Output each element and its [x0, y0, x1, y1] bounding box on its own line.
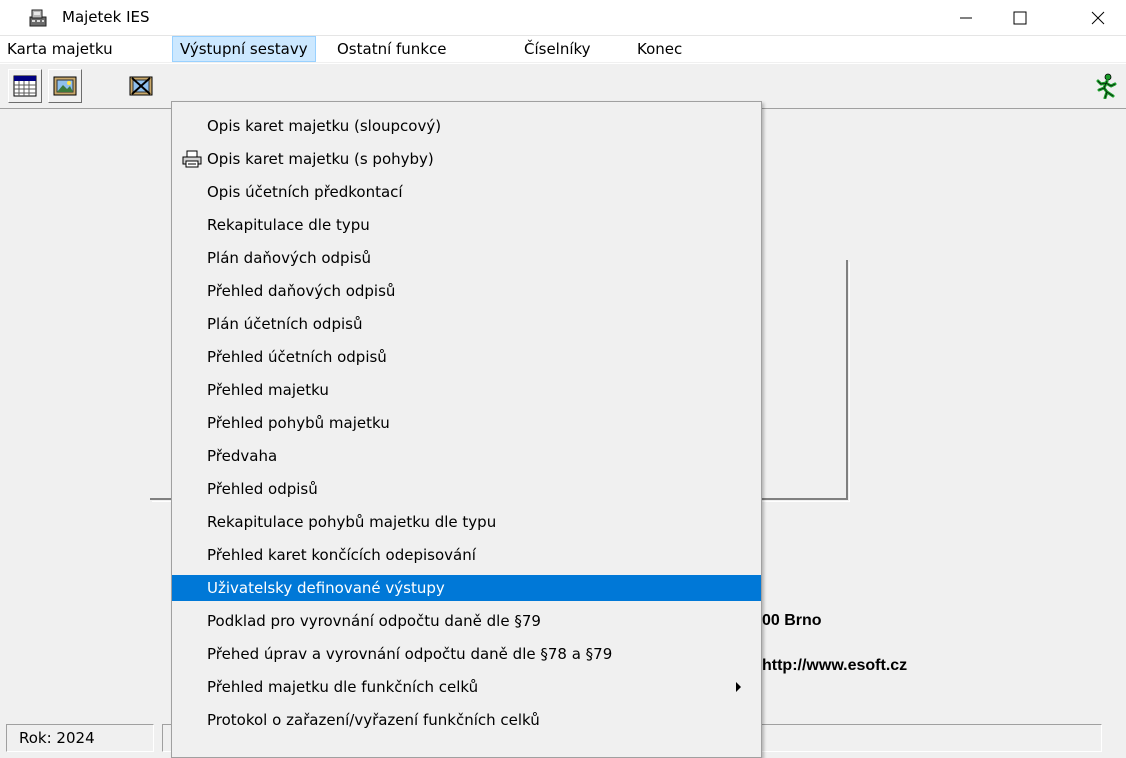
menuitem-prehled-ucetnich-odpisu[interactable]: Přehled účetních odpisů	[172, 344, 761, 370]
menuitem-plan-danovych-odpisu[interactable]: Plán daňových odpisů	[172, 245, 761, 271]
exit-button[interactable]	[1092, 69, 1120, 103]
vystupni-sestavy-dropdown: Opis karet majetku (sloupcový) Opis kare…	[171, 101, 762, 758]
minimize-icon	[960, 17, 972, 19]
window-title: Majetek IES	[62, 8, 150, 26]
minimize-button[interactable]	[938, 0, 994, 36]
submenu-arrow-icon	[736, 682, 741, 692]
menuitem-label: Protokol o zařazení/vyřazení funkčních c…	[207, 711, 540, 729]
menuitem-predvaha[interactable]: Předvaha	[172, 443, 761, 469]
menuitem-prehled-majetku[interactable]: Přehled majetku	[172, 377, 761, 403]
menuitem-prehed-uprav-vyrovnani[interactable]: Přehed úprav a vyrovnání odpočtu daně dl…	[172, 641, 761, 667]
menu-konec[interactable]: Konec	[630, 36, 689, 62]
picture-cross-button[interactable]	[128, 69, 154, 103]
menuitem-label: Rekapitulace pohybů majetku dle typu	[207, 513, 497, 531]
cash-register-icon[interactable]	[27, 7, 49, 29]
menuitem-label: Opis účetních předkontací	[207, 183, 403, 201]
menuitem-label: Přehled daňových odpisů	[207, 282, 396, 300]
menuitem-prehled-karet-koncicich[interactable]: Přehled karet končících odepisování	[172, 542, 761, 568]
menuitem-opis-karet-s-pohyby[interactable]: Opis karet majetku (s pohyby)	[172, 146, 761, 172]
close-button[interactable]	[1070, 0, 1126, 36]
menuitem-label: Uživatelsky definované výstupy	[207, 579, 445, 597]
menuitem-label: Plán účetních odpisů	[207, 315, 363, 333]
menuitem-prehled-majetku-funkcnich-celku[interactable]: Přehled majetku dle funkčních celků	[172, 674, 761, 700]
company-address-text: 00 Brno	[762, 612, 822, 629]
picture-frame-button[interactable]	[48, 69, 82, 103]
picture-cross-icon	[129, 76, 153, 96]
menuitem-label: Přehed úprav a vyrovnání odpočtu daně dl…	[207, 645, 613, 663]
menuitem-uzivatelsky-definovane-vystupy[interactable]: Uživatelsky definované výstupy	[172, 575, 761, 601]
menuitem-label: Přehled karet končících odepisování	[207, 546, 476, 564]
calendar-grid-button[interactable]	[8, 69, 42, 103]
menuitem-label: Opis karet majetku (sloupcový)	[207, 117, 442, 135]
menuitem-label: Přehled majetku	[207, 381, 329, 399]
menu-ostatni-funkce[interactable]: Ostatní funkce	[330, 36, 453, 62]
menuitem-protokol-zarazeni-vyrazeni[interactable]: Protokol o zařazení/vyřazení funkčních c…	[172, 707, 761, 733]
menuitem-label: Přehled účetních odpisů	[207, 348, 387, 366]
menuitem-label: Plán daňových odpisů	[207, 249, 372, 267]
picture-frame-icon	[53, 76, 77, 96]
menuitem-podklad-vyrovnani-odpoctu[interactable]: Podklad pro vyrovnání odpočtu daně dle §…	[172, 608, 761, 634]
menu-bar: Karta majetku Výstupní sestavy Ostatní f…	[0, 36, 1126, 62]
menuitem-prehled-odpisu[interactable]: Přehled odpisů	[172, 476, 761, 502]
menu-karta-majetku[interactable]: Karta majetku	[0, 36, 120, 62]
maximize-icon	[1013, 11, 1027, 25]
printer-icon	[182, 150, 202, 168]
menuitem-prehled-pohybu-majetku[interactable]: Přehled pohybů majetku	[172, 410, 761, 436]
maximize-button[interactable]	[992, 0, 1048, 36]
menuitem-label: Podklad pro vyrovnání odpočtu daně dle §…	[207, 612, 541, 630]
calendar-grid-icon	[13, 75, 37, 97]
running-man-exit-icon	[1096, 73, 1117, 99]
close-icon	[1091, 11, 1105, 25]
title-bar: Majetek IES	[0, 0, 1126, 36]
menuitem-rekapitulace-dle-typu[interactable]: Rekapitulace dle typu	[172, 212, 761, 238]
menuitem-label: Přehled odpisů	[207, 480, 318, 498]
menuitem-label: Přehled pohybů majetku	[207, 414, 390, 432]
menuitem-label: Předvaha	[207, 447, 278, 465]
menuitem-label: Přehled majetku dle funkčních celků	[207, 678, 479, 696]
company-web-link[interactable]: http://www.esoft.cz	[762, 657, 907, 675]
menuitem-opis-karet-sloupcovy[interactable]: Opis karet majetku (sloupcový)	[172, 113, 761, 139]
menuitem-rekapitulace-pohybu[interactable]: Rekapitulace pohybů majetku dle typu	[172, 509, 761, 535]
menuitem-plan-ucetnich-odpisu[interactable]: Plán účetních odpisů	[172, 311, 761, 337]
menu-ciselniky[interactable]: Číselníky	[517, 36, 598, 62]
menuitem-label: Opis karet majetku (s pohyby)	[207, 150, 434, 168]
menuitem-label: Rekapitulace dle typu	[207, 216, 370, 234]
menu-vystupni-sestavy[interactable]: Výstupní sestavy	[172, 36, 316, 62]
menuitem-prehled-danovych-odpisu[interactable]: Přehled daňových odpisů	[172, 278, 761, 304]
status-year: Rok: 2024	[6, 724, 154, 752]
menuitem-opis-uctovych-predkontaci[interactable]: Opis účetních předkontací	[172, 179, 761, 205]
